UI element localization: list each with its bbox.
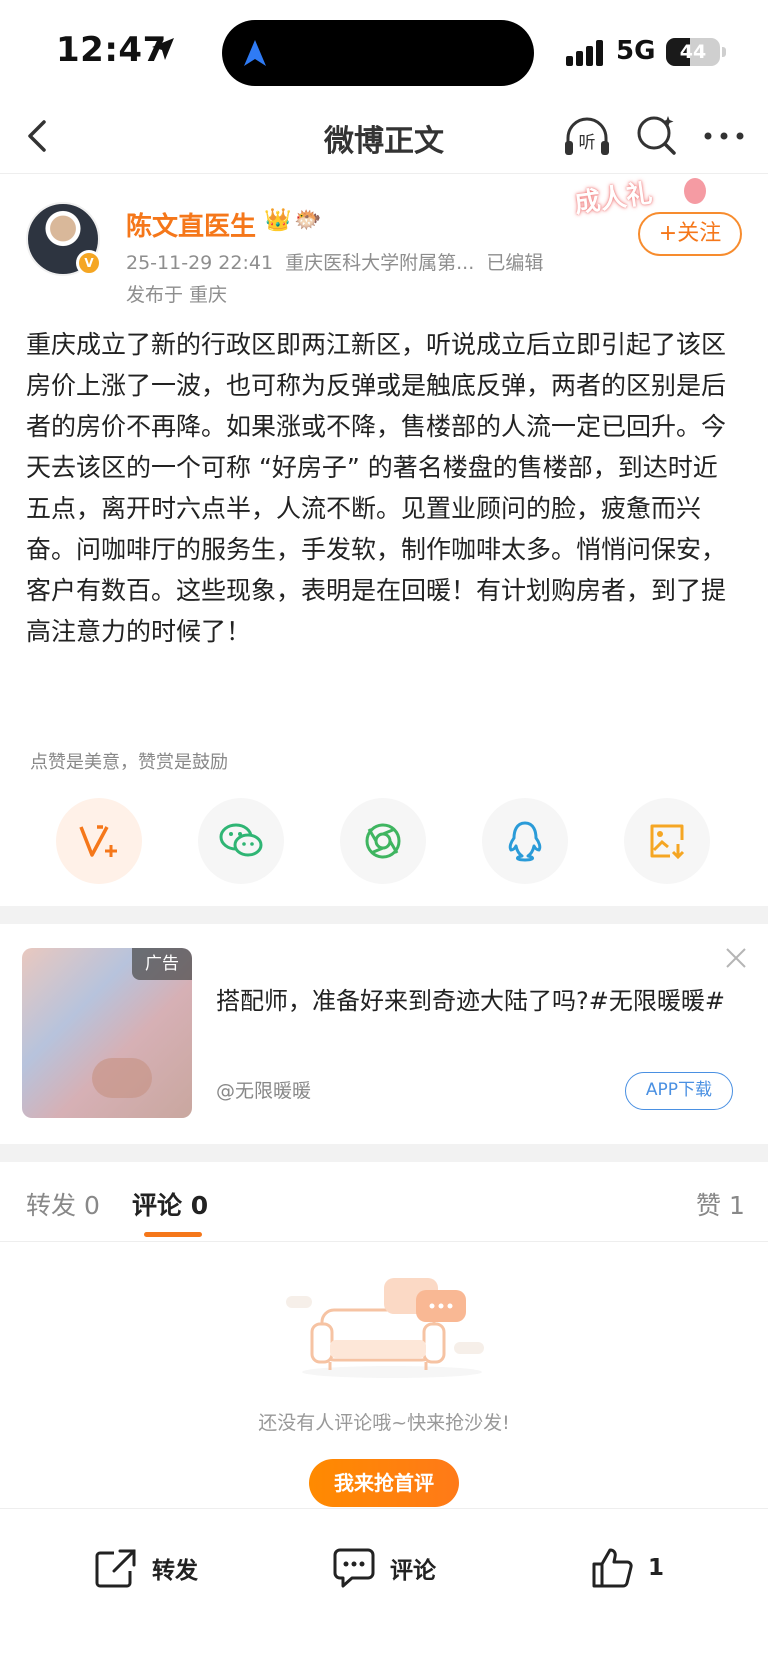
close-icon[interactable] <box>724 946 748 970</box>
top-nav: 微博正文 听 <box>0 100 768 174</box>
ad-badge: 广告 <box>132 948 192 980</box>
praise-hint: 点赞是美意，赞赏是鼓励 <box>30 752 228 773</box>
save-image-icon <box>650 824 685 860</box>
ad-title[interactable]: 搭配师，准备好来到奇迹大陆了吗?#无限暖暖# <box>216 980 736 1022</box>
empty-sofa-illustration <box>286 1278 484 1378</box>
listen-headphones-icon[interactable]: 听 <box>562 112 612 162</box>
bottom-action-bar: 转发 评论 1 <box>0 1508 768 1665</box>
section-divider <box>0 906 768 924</box>
fish-badge-icon: 🐡 <box>294 208 322 233</box>
repost-action[interactable]: 转发 <box>94 1545 198 1591</box>
post-location: 发布于 重庆 <box>126 284 228 306</box>
share-qq-button[interactable] <box>482 798 568 884</box>
qq-icon <box>508 821 542 862</box>
ad-source[interactable]: @无限暖暖 <box>216 1076 311 1103</box>
avatar[interactable]: V <box>26 202 102 276</box>
post-meta: 25-11-29 22:41 重庆医科大学附属第... 已编辑 <box>126 248 543 275</box>
verified-badge-icon: V <box>76 250 102 276</box>
navigation-arrow-icon <box>244 40 266 66</box>
post-date: 25-11-29 22:41 <box>126 252 274 274</box>
like-action[interactable]: 1 <box>590 1545 664 1591</box>
cellular-signal-icon <box>566 40 603 66</box>
battery-icon: 44 <box>666 38 720 66</box>
section-divider <box>0 1144 768 1162</box>
ceremony-ribbon: 成人礼 <box>572 178 655 220</box>
listen-label: 听 <box>579 133 596 153</box>
dynamic-island <box>222 20 534 86</box>
tab-like[interactable]: 赞 1 <box>696 1186 745 1222</box>
empty-comments-text: 还没有人评论哦~快来抢沙发! <box>258 1412 510 1434</box>
edited-tag: 已编辑 <box>486 252 544 274</box>
repost-label: 转发 <box>152 1558 198 1584</box>
battery-percent: 44 <box>679 41 707 63</box>
location-arrow-icon <box>152 38 174 60</box>
app-download-button[interactable]: APP下载 <box>625 1072 733 1110</box>
active-tab-indicator <box>144 1232 202 1237</box>
more-icon[interactable] <box>700 114 748 158</box>
first-comment-button[interactable]: 我来抢首评 <box>309 1459 459 1507</box>
ad-image[interactable]: 广告 <box>22 948 192 1118</box>
comment-icon <box>333 1548 375 1588</box>
share-wechat-button[interactable] <box>198 798 284 884</box>
share-row <box>0 798 768 884</box>
thumbs-up-icon <box>592 1548 633 1588</box>
post-source: 重庆医科大学附属第... <box>285 252 475 274</box>
battery-tip <box>722 47 726 57</box>
balloon-icon <box>684 178 706 204</box>
moments-icon <box>365 823 401 859</box>
status-bar: 12:47 5G 44 <box>0 0 768 100</box>
tab-repost[interactable]: 转发 0 <box>26 1186 100 1222</box>
tab-comment[interactable]: 评论 0 <box>132 1186 208 1222</box>
author-name[interactable]: 陈文直医生 <box>126 206 256 243</box>
reward-icon <box>79 825 117 857</box>
share-moments-button[interactable] <box>340 798 426 884</box>
follow-button[interactable]: +关注 <box>638 212 742 256</box>
reward-button[interactable] <box>56 798 142 884</box>
post-body: 重庆成立了新的行政区即两江新区，听说成立后立即引起了该区房价上涨了一波，也可称为… <box>26 330 727 646</box>
repost-icon <box>95 1549 136 1588</box>
comment-action[interactable]: 评论 <box>332 1545 436 1591</box>
wechat-icon <box>219 823 263 857</box>
like-count: 1 <box>648 1555 665 1581</box>
comment-tabs: 转发 0 评论 0 赞 1 <box>0 1162 768 1242</box>
save-image-button[interactable] <box>624 798 710 884</box>
search-icon[interactable] <box>634 112 680 158</box>
network-type: 5G <box>616 36 656 66</box>
crown-badge-icon: 👑 <box>264 208 292 233</box>
comment-label: 评论 <box>390 1558 436 1584</box>
